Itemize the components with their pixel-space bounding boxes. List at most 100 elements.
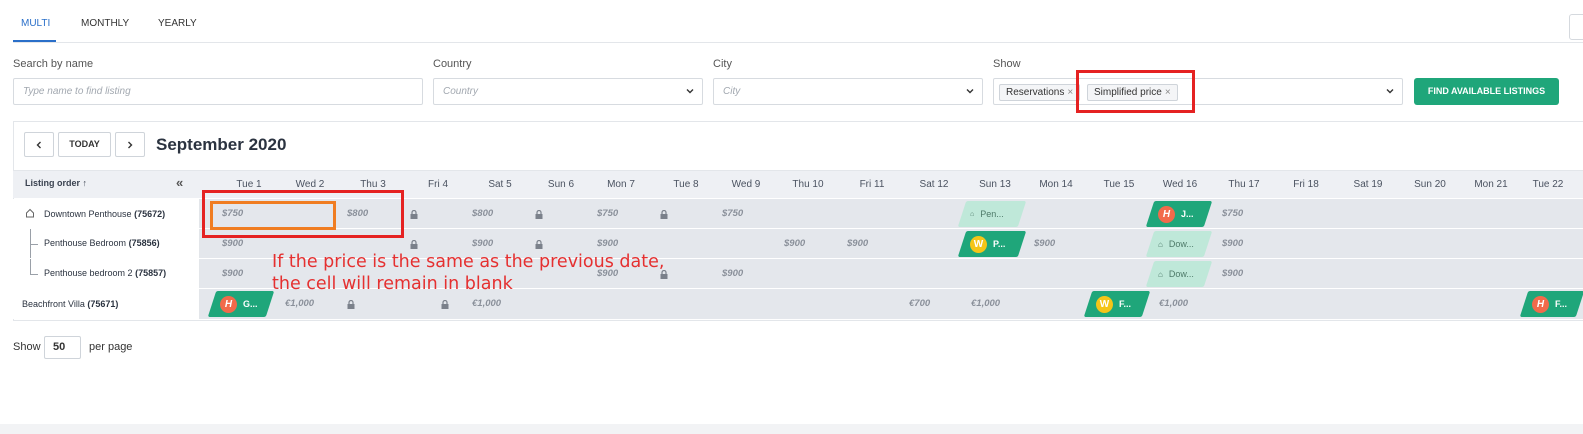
chevron-down-icon: [686, 89, 694, 94]
price-cell[interactable]: $750: [1222, 208, 1243, 219]
price-cell[interactable]: $900: [1034, 238, 1055, 249]
row-divider: [13, 258, 1583, 259]
chevron-left-icon: [36, 141, 41, 149]
highlight-blank-cell: [210, 201, 336, 230]
view-tabs: MULTI MONTHLY YEARLY: [13, 9, 1583, 43]
day-header: Tue 15: [1103, 179, 1135, 190]
search-input[interactable]: Type name to find listing: [13, 78, 423, 105]
listing-name: Downtown Penthouse (75672): [44, 209, 166, 219]
listing-row-penthouse-bedroom-2[interactable]: Penthouse bedroom 2 (75857): [13, 259, 200, 289]
reservation-bar[interactable]: ⌂ Dow...: [1145, 231, 1213, 257]
listing-row-beachfront-villa[interactable]: Beachfront Villa (75671): [13, 289, 200, 319]
day-header: Fri 18: [1293, 179, 1319, 190]
edge-button[interactable]: [1569, 14, 1583, 40]
prev-month-button[interactable]: [24, 132, 54, 157]
city-select[interactable]: City: [713, 78, 983, 105]
reservation-bar[interactable]: ⌂ Pen...: [957, 201, 1027, 227]
price-cell[interactable]: $900: [222, 238, 243, 249]
day-header: Tue 22: [1532, 179, 1564, 190]
day-header: Fri 4: [428, 179, 448, 190]
city-placeholder: City: [723, 86, 741, 97]
chevron-down-icon: [1386, 89, 1394, 94]
listing-name: Penthouse bedroom 2 (75857): [44, 268, 167, 278]
avatar: W: [1096, 295, 1113, 313]
reservation-bar[interactable]: H G...: [207, 291, 275, 317]
find-available-listings-button[interactable]: FIND AVAILABLE LISTINGS: [1414, 78, 1559, 105]
reservation-bar[interactable]: W P...: [957, 231, 1027, 257]
lock-icon: [660, 210, 668, 219]
day-header: Thu 10: [792, 179, 824, 190]
tree-branch: [30, 244, 38, 245]
reservation-label: G...: [243, 299, 258, 309]
listing-name: Beachfront Villa (75671): [22, 299, 119, 309]
price-cell[interactable]: $900: [1222, 268, 1243, 279]
price-cell[interactable]: €1,000: [971, 298, 1000, 309]
price-cell[interactable]: $750: [597, 208, 618, 219]
search-label: Search by name: [13, 58, 94, 70]
price-cell[interactable]: €1,000: [285, 298, 314, 309]
day-header: Sat 5: [488, 179, 512, 190]
day-header: Sat 19: [1353, 179, 1383, 190]
price-cell[interactable]: $900: [472, 238, 493, 249]
chip-reservations[interactable]: Reservations ×: [999, 84, 1081, 101]
lock-icon: [535, 240, 543, 249]
country-select[interactable]: Country: [433, 78, 703, 105]
reservation-label: J...: [1181, 209, 1194, 219]
home-icon: ⌂: [1158, 269, 1163, 279]
reservation-label: P...: [993, 239, 1006, 249]
day-header: Sat 12: [919, 179, 949, 190]
country-label: Country: [433, 58, 472, 70]
lock-icon: [410, 210, 418, 219]
city-label: City: [713, 58, 732, 70]
listing-name: Penthouse Bedroom (75856): [44, 238, 160, 248]
price-cell[interactable]: $800: [472, 208, 493, 219]
day-header: Wed 16: [1162, 179, 1198, 190]
day-header: Mon 14: [1039, 179, 1073, 190]
price-cell[interactable]: $900: [597, 238, 618, 249]
tab-monthly[interactable]: MONTHLY: [81, 18, 129, 29]
listing-row-penthouse-bedroom[interactable]: Penthouse Bedroom (75856): [13, 229, 200, 259]
tab-yearly[interactable]: YEARLY: [158, 18, 197, 29]
today-button[interactable]: TODAY: [58, 132, 111, 157]
day-header: Sun 13: [979, 179, 1011, 190]
listing-row-downtown-penthouse[interactable]: Downtown Penthouse (75672): [13, 199, 200, 229]
show-multiselect[interactable]: Reservations × Simplified price ×: [993, 78, 1403, 105]
price-cell[interactable]: $900: [222, 268, 243, 279]
price-cell[interactable]: $900: [847, 238, 868, 249]
day-header: Thu 3: [360, 179, 386, 190]
listing-order-sort[interactable]: Listing order ↑: [25, 178, 87, 188]
price-cell[interactable]: €1,000: [1159, 298, 1188, 309]
close-icon[interactable]: ×: [1067, 87, 1073, 98]
reservation-bar[interactable]: H J...: [1145, 201, 1213, 227]
lock-icon: [535, 210, 543, 219]
show-label: Show: [993, 58, 1021, 70]
reservation-bar[interactable]: ⌂ Dow...: [1145, 261, 1213, 287]
day-header: Tue 8: [673, 179, 699, 190]
day-header: Thu 17: [1228, 179, 1260, 190]
tab-multi[interactable]: MULTI: [21, 18, 50, 29]
active-tab-indicator: [13, 40, 56, 42]
chevron-right-icon: [128, 141, 133, 149]
reservation-label: Dow...: [1168, 239, 1194, 249]
price-cell[interactable]: $900: [1222, 238, 1243, 249]
day-header: Tue 1: [236, 179, 262, 190]
tree-branch: [30, 274, 38, 275]
price-cell[interactable]: €1,000: [472, 298, 501, 309]
reservation-bar[interactable]: W F...: [1083, 291, 1151, 317]
price-cell[interactable]: €700: [909, 298, 930, 309]
footer-band: [0, 424, 1583, 434]
per-page-input[interactable]: 50: [44, 336, 81, 359]
reservation-bar[interactable]: H F...: [1519, 291, 1583, 317]
collapse-sidebar-icon[interactable]: «: [176, 175, 183, 190]
row-divider: [13, 288, 1583, 289]
price-cell[interactable]: $900: [722, 268, 743, 279]
chip-label: Reservations: [1006, 87, 1065, 98]
price-cell[interactable]: $900: [784, 238, 805, 249]
next-month-button[interactable]: [115, 132, 145, 157]
reservation-label: F...: [1119, 299, 1132, 309]
day-header: Sun 20: [1414, 179, 1446, 190]
day-header: Sun 6: [547, 179, 575, 190]
day-header: Mon 21: [1474, 179, 1508, 190]
country-placeholder: Country: [443, 86, 479, 97]
price-cell[interactable]: $750: [722, 208, 743, 219]
